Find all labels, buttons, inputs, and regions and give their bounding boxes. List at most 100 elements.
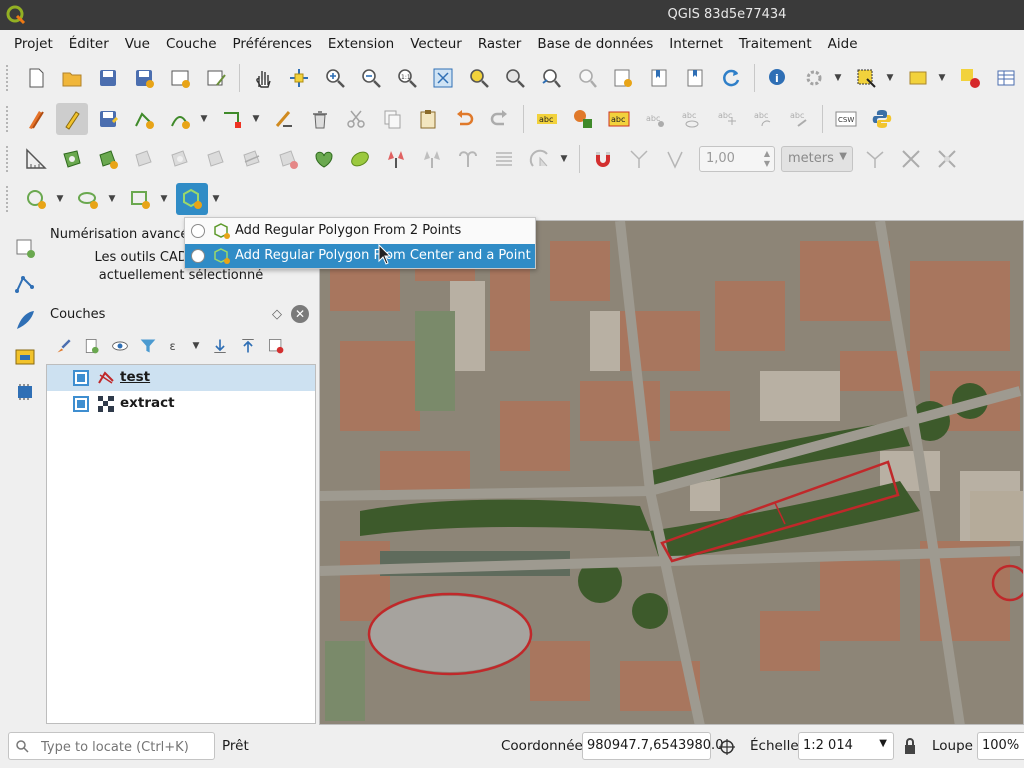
remove-layer-button[interactable] xyxy=(263,333,289,359)
float-panel-icon[interactable]: ◇ xyxy=(272,307,282,322)
layer-visibility-checkbox[interactable] xyxy=(73,396,89,412)
simplify-feature-button[interactable] xyxy=(488,143,520,175)
fill-ring-button[interactable] xyxy=(128,143,160,175)
split-features-button[interactable] xyxy=(308,143,340,175)
toolbar-handle[interactable] xyxy=(6,65,12,91)
select-features-button[interactable] xyxy=(850,62,882,94)
bookmark-button[interactable] xyxy=(643,62,675,94)
new-project-button[interactable] xyxy=(20,62,52,94)
refresh-button[interactable] xyxy=(715,62,747,94)
coordinate-field[interactable]: 980947.7,6543980.0 xyxy=(582,732,723,760)
add-ring-button[interactable] xyxy=(56,143,88,175)
menu-aide[interactable]: Aide xyxy=(820,30,866,58)
delete-selected-button[interactable] xyxy=(304,103,336,135)
radio-button[interactable] xyxy=(191,249,205,263)
snap-intersection-button[interactable] xyxy=(895,143,927,175)
add-vector-layer-button[interactable] xyxy=(9,232,41,264)
merge-attributes-button[interactable] xyxy=(416,143,448,175)
metasearch-button[interactable]: CSW xyxy=(830,103,862,135)
show-bookmarks-button[interactable] xyxy=(679,62,711,94)
chevron-down-icon[interactable]: ▼ xyxy=(54,183,66,215)
save-layer-edits-button[interactable] xyxy=(92,103,124,135)
menu-traitement[interactable]: Traitement xyxy=(731,30,820,58)
zoom-native-button[interactable]: 1:1 xyxy=(391,62,423,94)
select-by-value-button[interactable] xyxy=(902,62,934,94)
zoom-to-selection-button[interactable] xyxy=(463,62,495,94)
zoom-in-button[interactable] xyxy=(319,62,351,94)
toolbar-handle[interactable] xyxy=(6,146,12,172)
run-action-button[interactable] xyxy=(798,62,830,94)
highlight-pinned-labels-button[interactable]: abc xyxy=(603,103,635,135)
reshape-features-button[interactable] xyxy=(236,143,268,175)
split-parts-button[interactable] xyxy=(344,143,376,175)
digitize-line-button[interactable] xyxy=(9,268,41,300)
filter-legend-button[interactable] xyxy=(135,333,161,359)
snap-vertex-button[interactable] xyxy=(623,143,655,175)
chevron-down-icon[interactable]: ▼ xyxy=(106,183,118,215)
open-layer-styling-button[interactable] xyxy=(51,333,77,359)
scale-combobox[interactable]: 1:2 014 ▼ xyxy=(798,732,894,760)
menu-base-de-donnees[interactable]: Base de données xyxy=(529,30,661,58)
georeferencer-button[interactable] xyxy=(9,304,41,336)
save-project-button[interactable] xyxy=(92,62,124,94)
delete-ring-button[interactable] xyxy=(164,143,196,175)
current-edits-button[interactable] xyxy=(20,103,52,135)
locator-box[interactable] xyxy=(8,732,215,760)
chevron-down-icon[interactable]: ▼ xyxy=(198,103,210,135)
locator-input[interactable] xyxy=(41,737,211,757)
spin-arrows-icon[interactable]: ▲ ▼ xyxy=(764,149,770,169)
expand-all-button[interactable] xyxy=(207,333,233,359)
modify-attributes-button[interactable] xyxy=(268,103,300,135)
magnifier-spinbox[interactable]: 100% xyxy=(977,732,1024,760)
zoom-out-button[interactable] xyxy=(355,62,387,94)
processing-toolbox-button[interactable] xyxy=(9,340,41,372)
tolerance-spinbox[interactable]: 1,00 ▲ ▼ xyxy=(699,146,775,172)
attribute-table-button[interactable] xyxy=(990,62,1022,94)
rotate-label-button[interactable]: abc xyxy=(747,103,779,135)
menu-vecteur[interactable]: Vecteur xyxy=(402,30,470,58)
circular-string-button[interactable] xyxy=(164,103,196,135)
delete-part-button[interactable] xyxy=(200,143,232,175)
undo-button[interactable] xyxy=(448,103,480,135)
menu-editer[interactable]: Éditer xyxy=(61,30,117,58)
menu-item-polygon-from-2-points[interactable]: Add Regular Polygon From 2 Points xyxy=(185,219,535,243)
map-canvas[interactable] xyxy=(319,220,1024,725)
chevron-down-icon[interactable]: ▼ xyxy=(884,62,896,94)
toolbar-handle[interactable] xyxy=(6,106,12,132)
chevron-down-icon[interactable]: ▼ xyxy=(210,183,222,215)
menu-couche[interactable]: Couche xyxy=(158,30,225,58)
save-as-button[interactable] xyxy=(128,62,160,94)
cad-tools-button[interactable] xyxy=(20,143,52,175)
snap-angle-button[interactable] xyxy=(659,143,691,175)
menu-projet[interactable]: Projet xyxy=(6,30,61,58)
toolbar-handle[interactable] xyxy=(6,186,12,212)
offset-curve-button[interactable] xyxy=(272,143,304,175)
zoom-next-button[interactable] xyxy=(571,62,603,94)
toggle-editing-button[interactable] xyxy=(56,103,88,135)
layer-diagram-button[interactable] xyxy=(567,103,599,135)
deselect-button[interactable] xyxy=(954,62,986,94)
rotate-point-symbols-button[interactable] xyxy=(452,143,484,175)
zoom-to-layer-button[interactable] xyxy=(499,62,531,94)
radio-button[interactable] xyxy=(191,224,205,238)
layer-labeling-button[interactable]: abc xyxy=(531,103,563,135)
menu-raster[interactable]: Raster xyxy=(470,30,530,58)
collapse-all-button[interactable] xyxy=(235,333,261,359)
rotate-feature-button[interactable] xyxy=(524,143,556,175)
paste-features-button[interactable] xyxy=(412,103,444,135)
add-group-button[interactable] xyxy=(79,333,105,359)
show-hide-labels-button[interactable]: abc xyxy=(675,103,707,135)
add-circular-string-button[interactable] xyxy=(20,183,52,215)
menu-extension[interactable]: Extension xyxy=(320,30,402,58)
add-rectangle-button[interactable] xyxy=(124,183,156,215)
menu-item-polygon-from-center[interactable]: Add Regular Polygon From Center and a Po… xyxy=(185,244,535,268)
zoom-full-button[interactable] xyxy=(427,62,459,94)
cut-features-button[interactable] xyxy=(340,103,372,135)
new-map-view-button[interactable] xyxy=(607,62,639,94)
add-regular-polygon-button[interactable] xyxy=(176,183,208,215)
topological-editing-button[interactable] xyxy=(859,143,891,175)
lock-icon[interactable] xyxy=(903,737,917,755)
toggle-extents-icon[interactable] xyxy=(718,738,736,756)
chevron-down-icon[interactable]: ▼ xyxy=(158,183,170,215)
menu-internet[interactable]: Internet xyxy=(661,30,731,58)
